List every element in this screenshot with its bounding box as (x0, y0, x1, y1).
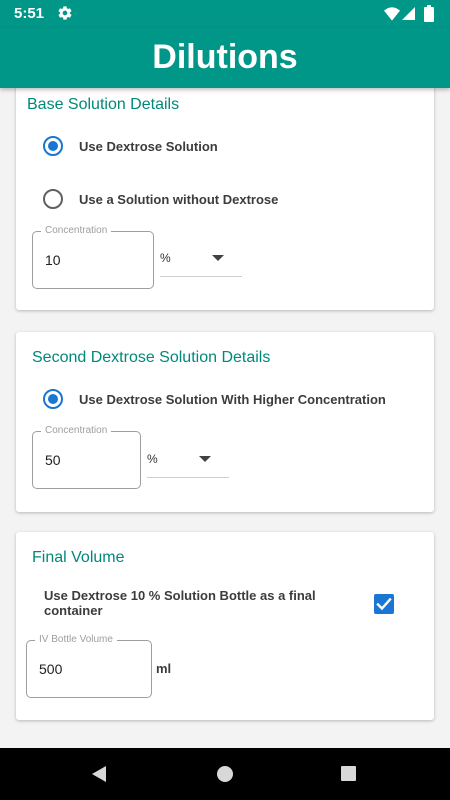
back-icon[interactable] (90, 765, 108, 783)
app-bar: Dilutions (0, 28, 450, 88)
iv-bottle-volume-label: IV Bottle Volume (35, 634, 117, 645)
signal-icon (402, 7, 415, 20)
check-icon (376, 597, 392, 611)
second-concentration-value[interactable]: 50 (45, 452, 61, 468)
final-container-checkbox[interactable] (374, 594, 394, 614)
chevron-down-icon (212, 255, 224, 261)
final-container-label[interactable]: Use Dextrose 10 % Solution Bottle as a f… (44, 588, 334, 618)
dextrose-solution-radio[interactable] (43, 136, 63, 156)
base-unit-value: % (160, 251, 171, 265)
final-volume-card: Final Volume Use Dextrose 10 % Solution … (16, 532, 434, 720)
wifi-icon (384, 7, 400, 21)
final-volume-title: Final Volume (32, 549, 125, 566)
second-solution-title: Second Dextrose Solution Details (32, 349, 271, 366)
second-concentration-label: Concentration (41, 425, 112, 436)
base-solution-card: Base Solution Details Use Dextrose Solut… (16, 80, 434, 310)
base-concentration-value[interactable]: 10 (45, 252, 61, 268)
base-concentration-label: Concentration (41, 225, 112, 236)
iv-bottle-volume-value[interactable]: 500 (39, 661, 62, 677)
base-concentration-field[interactable]: Concentration 10 (32, 225, 154, 289)
status-time: 5:51 (14, 5, 45, 22)
app-title: Dilutions (152, 38, 298, 76)
home-icon[interactable] (217, 766, 233, 782)
base-solution-title: Base Solution Details (27, 96, 180, 113)
battery-icon (424, 5, 434, 22)
higher-concentration-label[interactable]: Use Dextrose Solution With Higher Concen… (79, 392, 386, 407)
navigation-bar (0, 748, 450, 800)
second-unit-value: % (147, 452, 158, 466)
second-unit-select[interactable]: % (147, 444, 229, 478)
base-unit-select[interactable]: % (160, 243, 242, 277)
volume-unit-label: ml (156, 661, 172, 676)
second-solution-card: Second Dextrose Solution Details Use Dex… (16, 332, 434, 512)
gear-icon (58, 6, 72, 20)
second-concentration-field[interactable]: Concentration 50 (32, 425, 141, 489)
no-dextrose-solution-radio[interactable] (43, 189, 63, 209)
dextrose-solution-label[interactable]: Use Dextrose Solution (79, 139, 218, 154)
chevron-down-icon (199, 456, 211, 462)
recent-apps-icon[interactable] (341, 766, 356, 781)
iv-bottle-volume-field[interactable]: IV Bottle Volume 500 (26, 634, 152, 698)
status-bar: 5:51 (0, 0, 450, 28)
higher-concentration-radio[interactable] (43, 389, 63, 409)
no-dextrose-solution-label[interactable]: Use a Solution without Dextrose (79, 192, 278, 207)
